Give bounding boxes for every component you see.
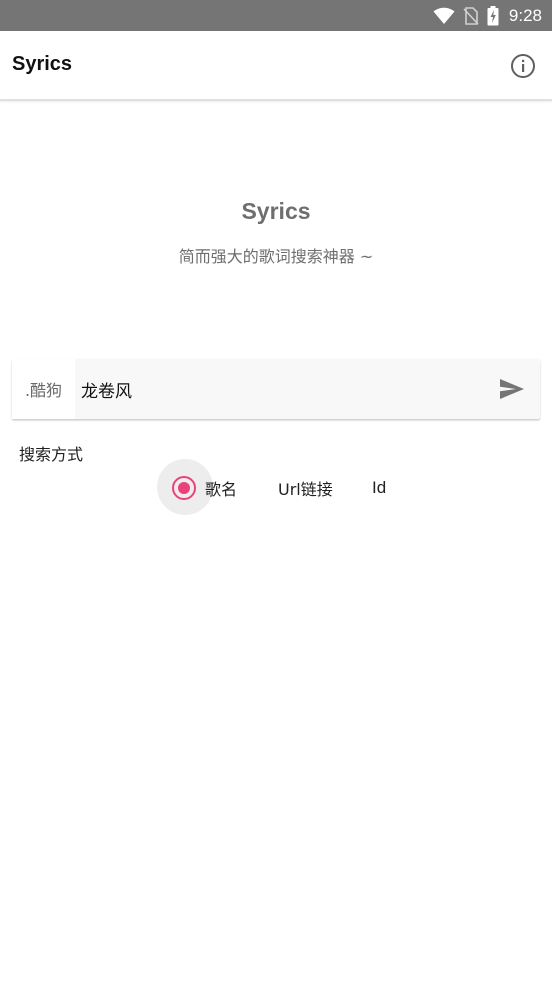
radio-button-checked[interactable] — [172, 476, 196, 500]
radio-option-song-name[interactable]: 歌名 — [172, 462, 237, 514]
send-button[interactable] — [484, 359, 540, 419]
search-input[interactable] — [75, 359, 484, 419]
search-card: .酷狗 — [12, 359, 540, 419]
radio-label-url: Url链接 — [278, 480, 333, 499]
app-bar: Syrics — [0, 31, 552, 101]
no-sim-icon — [463, 6, 479, 25]
hero-subtitle: 简而强大的歌词搜索神器 ~ — [178, 247, 374, 266]
radio-option-id[interactable]: Id — [372, 462, 386, 514]
app-title: Syrics — [12, 53, 73, 75]
radio-dot — [178, 482, 190, 494]
radio-label-song-name: 歌名 — [205, 480, 238, 499]
send-icon — [499, 378, 525, 400]
info-icon — [510, 53, 536, 79]
wifi-icon — [433, 7, 455, 25]
source-selector[interactable]: .酷狗 — [12, 359, 75, 419]
search-mode-radio-group: 歌名 Url链接 Id — [0, 462, 552, 514]
hero-title: Syrics — [241, 198, 311, 224]
info-button[interactable] — [508, 51, 538, 81]
radio-label-id: Id — [372, 478, 387, 497]
status-time: 9:28 — [508, 5, 542, 25]
status-bar: 9:28 — [0, 0, 552, 31]
battery-charging-icon — [487, 5, 499, 26]
radio-option-url[interactable]: Url链接 — [278, 462, 333, 514]
